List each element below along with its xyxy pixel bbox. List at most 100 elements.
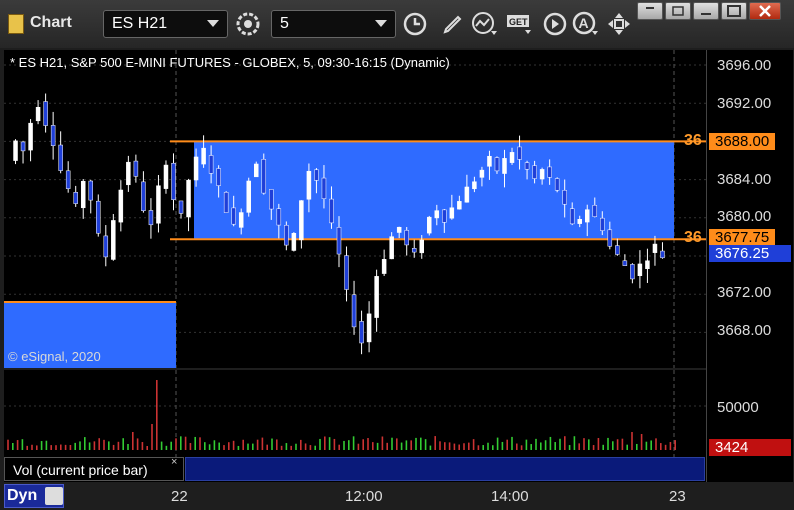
study-icon [472, 12, 497, 35]
price-panel[interactable] [4, 50, 706, 368]
chevron-down-icon [375, 20, 387, 27]
candle-body [231, 207, 236, 225]
pencil-icon [443, 15, 462, 34]
draw-tool-button[interactable] [438, 8, 468, 40]
candle-body [494, 157, 500, 172]
time-tick: 22 [171, 488, 188, 505]
candle-body [637, 263, 643, 276]
get-data-button[interactable]: GET [505, 8, 535, 40]
candle-body [163, 164, 169, 189]
price-tick: 3672.00 [717, 284, 772, 301]
candle-body [427, 216, 432, 234]
minimize-icon [701, 13, 711, 15]
svg-text:GET: GET [509, 17, 528, 27]
candle-body [201, 147, 206, 165]
link-window-button[interactable] [637, 2, 663, 20]
replay-button[interactable] [540, 8, 570, 40]
time-tick: 23 [669, 488, 686, 505]
price-axis[interactable]: 3696.00 3692.00 3688.00 3684.00 3680.00 … [706, 50, 793, 482]
candle-body [547, 166, 552, 178]
svg-text:A: A [579, 15, 589, 31]
candle-body [569, 208, 575, 225]
price-tick: 3696.00 [717, 57, 772, 74]
price-tick: 3668.00 [717, 322, 772, 339]
candle-body [216, 168, 221, 186]
alerts-button[interactable]: A [572, 8, 602, 40]
candle-body [487, 155, 492, 167]
title-bar: Chart ES H21 5 GET A [0, 0, 794, 48]
candle-body [43, 101, 48, 126]
candle-body [374, 276, 379, 318]
candle-body [502, 158, 507, 174]
candle-body [472, 181, 477, 190]
candle-body [524, 162, 530, 170]
time-tick: 12:00 [345, 488, 383, 505]
lower-line-price-tag: 3677.75 [709, 229, 775, 246]
settings-gear-icon [236, 12, 260, 36]
candle-body [246, 180, 251, 213]
close-icon [759, 5, 771, 17]
candle-body [539, 169, 545, 180]
restore-icon [672, 6, 684, 16]
candle-body [404, 230, 409, 246]
candle-body [419, 239, 424, 254]
candle-body [238, 212, 244, 228]
get-icon: GET [507, 15, 531, 34]
candle-body [366, 313, 372, 343]
candle-body [464, 186, 470, 203]
candle-body [434, 210, 440, 219]
lock-icon[interactable] [45, 487, 63, 505]
candle-body [306, 170, 312, 200]
volume-current-tag: 3424 [709, 439, 791, 456]
price-tick: 3692.00 [717, 95, 772, 112]
candle-body [411, 248, 417, 253]
candle-body [223, 192, 229, 213]
candle-body [660, 250, 665, 259]
volume-study-label[interactable]: Vol (current price bar) [4, 457, 184, 481]
candle-body [600, 217, 605, 231]
clock-icon [403, 12, 427, 36]
candle-body [479, 169, 485, 178]
candle-body [396, 226, 402, 233]
close-window-button[interactable] [749, 2, 781, 20]
upper-line-label: 36 [684, 132, 702, 149]
maximize-button[interactable] [721, 2, 747, 20]
symbol-dropdown[interactable]: ES H21 [103, 10, 228, 38]
candle-body [585, 209, 590, 223]
candle-body [336, 227, 342, 255]
candle-body [329, 198, 334, 224]
candle-body [449, 207, 455, 219]
volume-label-text: Vol (current price bar) [13, 462, 148, 478]
candle-body [269, 189, 274, 210]
move-button[interactable] [604, 8, 634, 40]
candle-body [141, 181, 146, 212]
candle-body [622, 260, 628, 266]
copyright-text: © eSignal, 2020 [8, 349, 101, 364]
link-icon [646, 7, 654, 9]
candle-body [517, 146, 522, 160]
chart-app-icon [8, 14, 24, 34]
restore-button[interactable] [665, 2, 691, 20]
price-tick: 3684.00 [717, 171, 772, 188]
candle-body [457, 201, 462, 210]
candle-body [276, 208, 282, 226]
window-title: Chart [30, 14, 72, 31]
candle-body [193, 156, 199, 181]
time-tick: 14:00 [491, 488, 529, 505]
studies-button[interactable] [470, 8, 500, 40]
close-study-icon[interactable]: × [171, 456, 177, 468]
clock-button[interactable] [400, 8, 430, 40]
settings-gear-button[interactable] [233, 8, 263, 40]
candle-body [111, 220, 116, 260]
dynamic-mode-button[interactable]: Dyn [4, 484, 64, 508]
interval-dropdown[interactable]: 5 [271, 10, 396, 38]
time-axis[interactable]: 22 12:00 14:00 23 [0, 482, 794, 510]
lower-line-label: 36 [684, 229, 702, 246]
candle-body [577, 219, 582, 224]
candle-body [148, 210, 154, 226]
minimize-button[interactable] [693, 2, 719, 20]
play-icon [543, 12, 567, 36]
candle-body [88, 180, 93, 201]
dynamic-mode-label: Dyn [7, 487, 38, 504]
candle-body [65, 170, 71, 189]
